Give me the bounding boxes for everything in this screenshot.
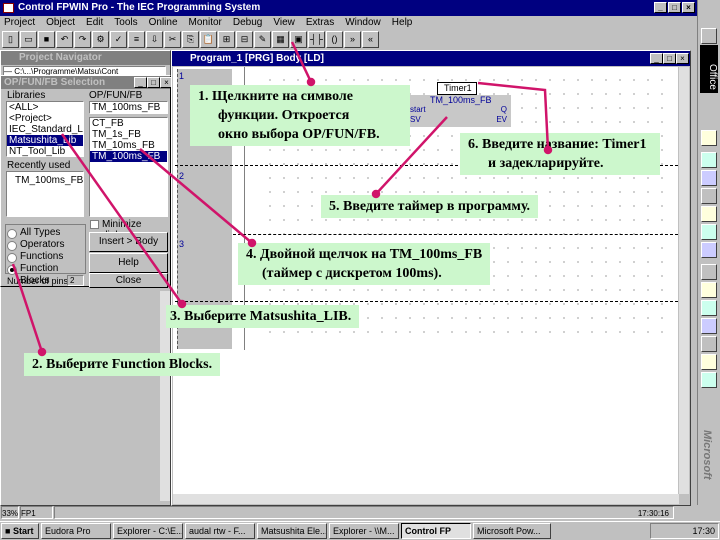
arrow-step-3 xyxy=(60,133,184,305)
arrow-step-1 xyxy=(290,41,313,83)
arrow-step-5 xyxy=(375,116,448,195)
arrow-step-2 xyxy=(11,263,44,353)
arrow-step-6 xyxy=(477,81,550,151)
annotation-arrows xyxy=(11,41,553,357)
arrow-step-4 xyxy=(139,148,253,244)
